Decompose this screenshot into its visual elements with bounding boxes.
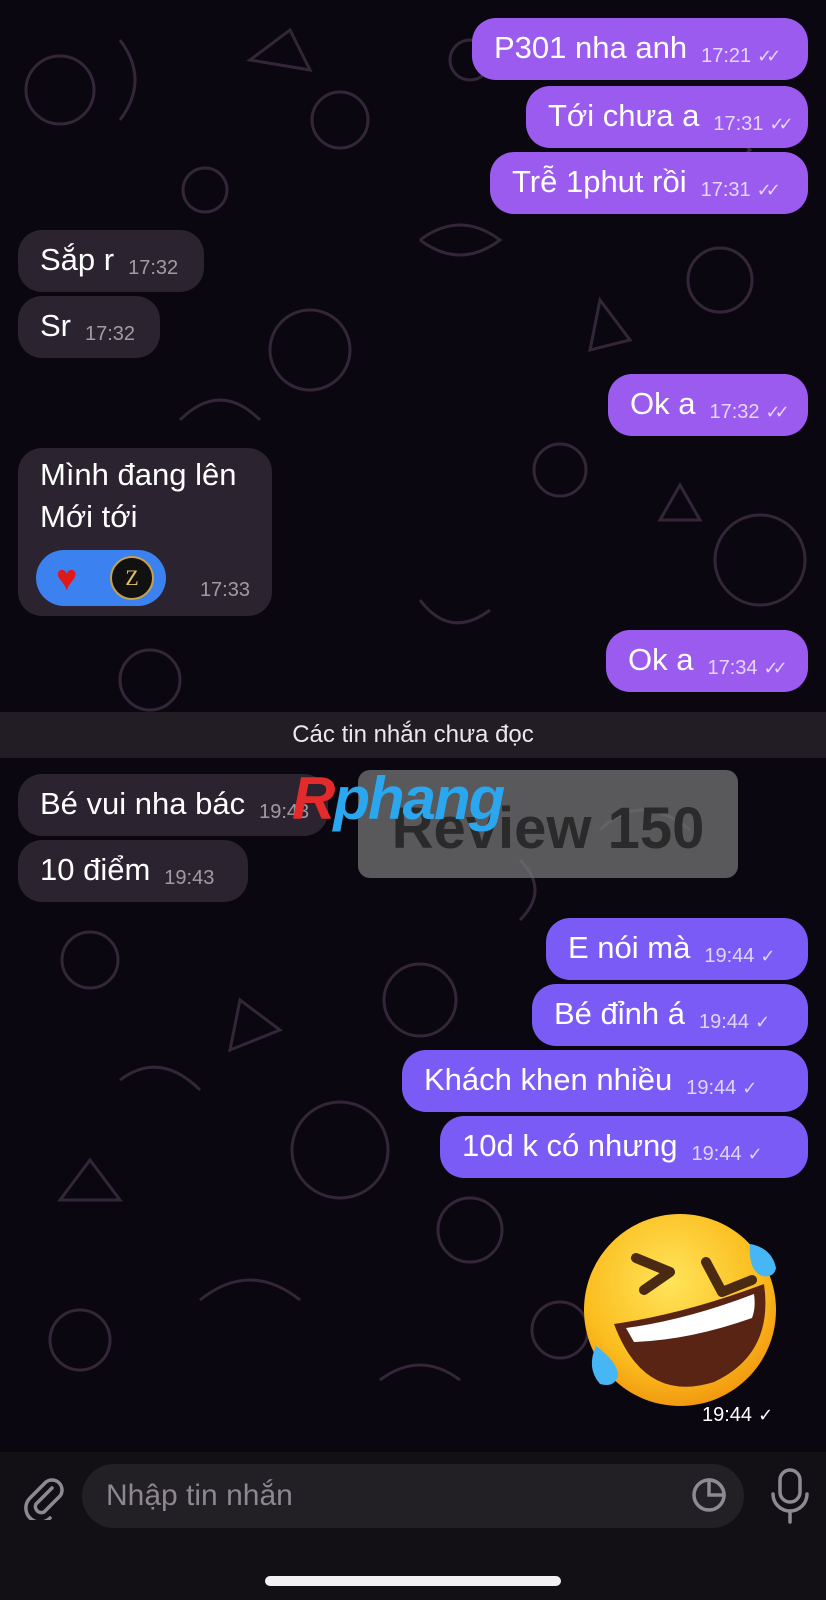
message-time: 17:21	[701, 45, 752, 67]
logo-letter: R	[292, 765, 335, 832]
single-check-icon: ✓	[742, 1078, 757, 1098]
message-text-line: Mình đang lên	[40, 457, 237, 492]
message-time: 17:31	[700, 179, 751, 201]
double-check-icon: ✓✓	[769, 114, 793, 134]
single-check-icon: ✓	[760, 946, 775, 966]
message-bubble-outgoing[interactable]: Ok a 17:34 ✓✓	[606, 630, 808, 692]
message-text: Sr	[40, 308, 71, 343]
sticker-time: 19:44 ✓	[702, 1404, 773, 1427]
reaction-avatar: Z	[110, 556, 154, 600]
single-check-icon: ✓	[747, 1144, 763, 1164]
message-time: 19:44	[702, 1404, 753, 1426]
message-text: Khách khen nhiều	[424, 1062, 673, 1097]
heart-icon: ♥	[56, 557, 78, 598]
message-bubble-outgoing[interactable]: 10d k có nhưng 19:44 ✓	[440, 1116, 808, 1178]
message-bubble-outgoing[interactable]: E nói mà 19:44 ✓	[546, 918, 808, 980]
message-text: Sắp r	[40, 242, 115, 277]
message-text: 10d k có nhưng	[462, 1128, 678, 1163]
message-text: Trễ 1phut rồi	[512, 164, 687, 199]
message-time: 17:32	[85, 323, 136, 345]
reactions-pill[interactable]: ♥ Z	[36, 550, 166, 606]
message-text: 10 điểm	[40, 852, 151, 887]
message-bubble-outgoing[interactable]: Trễ 1phut rồi 17:31 ✓✓	[490, 152, 808, 214]
message-text: Tới chưa a	[548, 98, 700, 133]
message-bubble-outgoing[interactable]: Tới chưa a 17:31 ✓✓	[526, 86, 808, 148]
message-bubble-outgoing[interactable]: P301 nha anh 17:21 ✓✓	[472, 18, 808, 80]
message-time: 17:33	[199, 579, 250, 601]
message-text: Ok a	[630, 386, 696, 421]
double-check-icon: ✓✓	[756, 180, 781, 200]
message-time: 19:44	[691, 1143, 742, 1165]
message-text: Bé vui nha bác	[40, 786, 246, 821]
message-time: 17:34	[707, 657, 758, 679]
message-input[interactable]: Nhập tin nhắn	[82, 1464, 744, 1528]
message-bubble-outgoing[interactable]: Ok a 17:32 ✓✓	[608, 374, 808, 436]
single-check-icon: ✓	[755, 1012, 770, 1032]
message-text: Bé đỉnh á	[554, 996, 685, 1031]
message-time: 17:31	[713, 113, 764, 135]
logo-word: phang	[333, 765, 505, 832]
message-text: P301 nha anh	[494, 30, 688, 65]
message-bubble-incoming[interactable]: Bé vui nha bác 19:43	[18, 774, 328, 836]
unread-messages-divider: Các tin nhắn chưa đọc	[0, 712, 826, 758]
watermark-logo: Rphang	[292, 764, 505, 833]
home-indicator	[265, 1576, 561, 1586]
sticker-icon[interactable]	[690, 1476, 728, 1514]
message-time: 19:44	[704, 945, 755, 967]
message-bubble-outgoing[interactable]: Bé đỉnh á 19:44 ✓	[532, 984, 808, 1046]
single-check-icon: ✓	[758, 1405, 774, 1425]
mic-icon[interactable]	[768, 1466, 812, 1526]
message-text: Ok a	[628, 642, 694, 677]
message-bubble-incoming[interactable]: Sắp r 17:32	[18, 230, 204, 292]
message-bubble-incoming[interactable]: 10 điểm 19:43	[18, 840, 248, 902]
message-text-line: Mới tới	[40, 499, 138, 534]
message-text: E nói mà	[568, 930, 691, 965]
double-check-icon: ✓✓	[763, 658, 788, 678]
message-bubble-incoming[interactable]: Mình đang lên Mới tới ♥ Z 17:33	[18, 448, 272, 616]
message-bubble-incoming[interactable]: Sr 17:32	[18, 296, 160, 358]
message-bubble-outgoing[interactable]: Khách khen nhiều 19:44 ✓	[402, 1050, 808, 1112]
double-check-icon: ✓✓	[757, 46, 781, 66]
message-time: 17:32	[128, 257, 179, 279]
message-time: 19:43	[164, 867, 215, 889]
message-time: 17:32	[709, 401, 760, 423]
attach-icon[interactable]	[20, 1474, 66, 1520]
laughing-emoji-sticker[interactable]	[574, 1206, 794, 1412]
message-time: 19:44	[699, 1011, 750, 1033]
double-check-icon: ✓✓	[765, 402, 790, 422]
message-time: 19:44	[686, 1077, 737, 1099]
